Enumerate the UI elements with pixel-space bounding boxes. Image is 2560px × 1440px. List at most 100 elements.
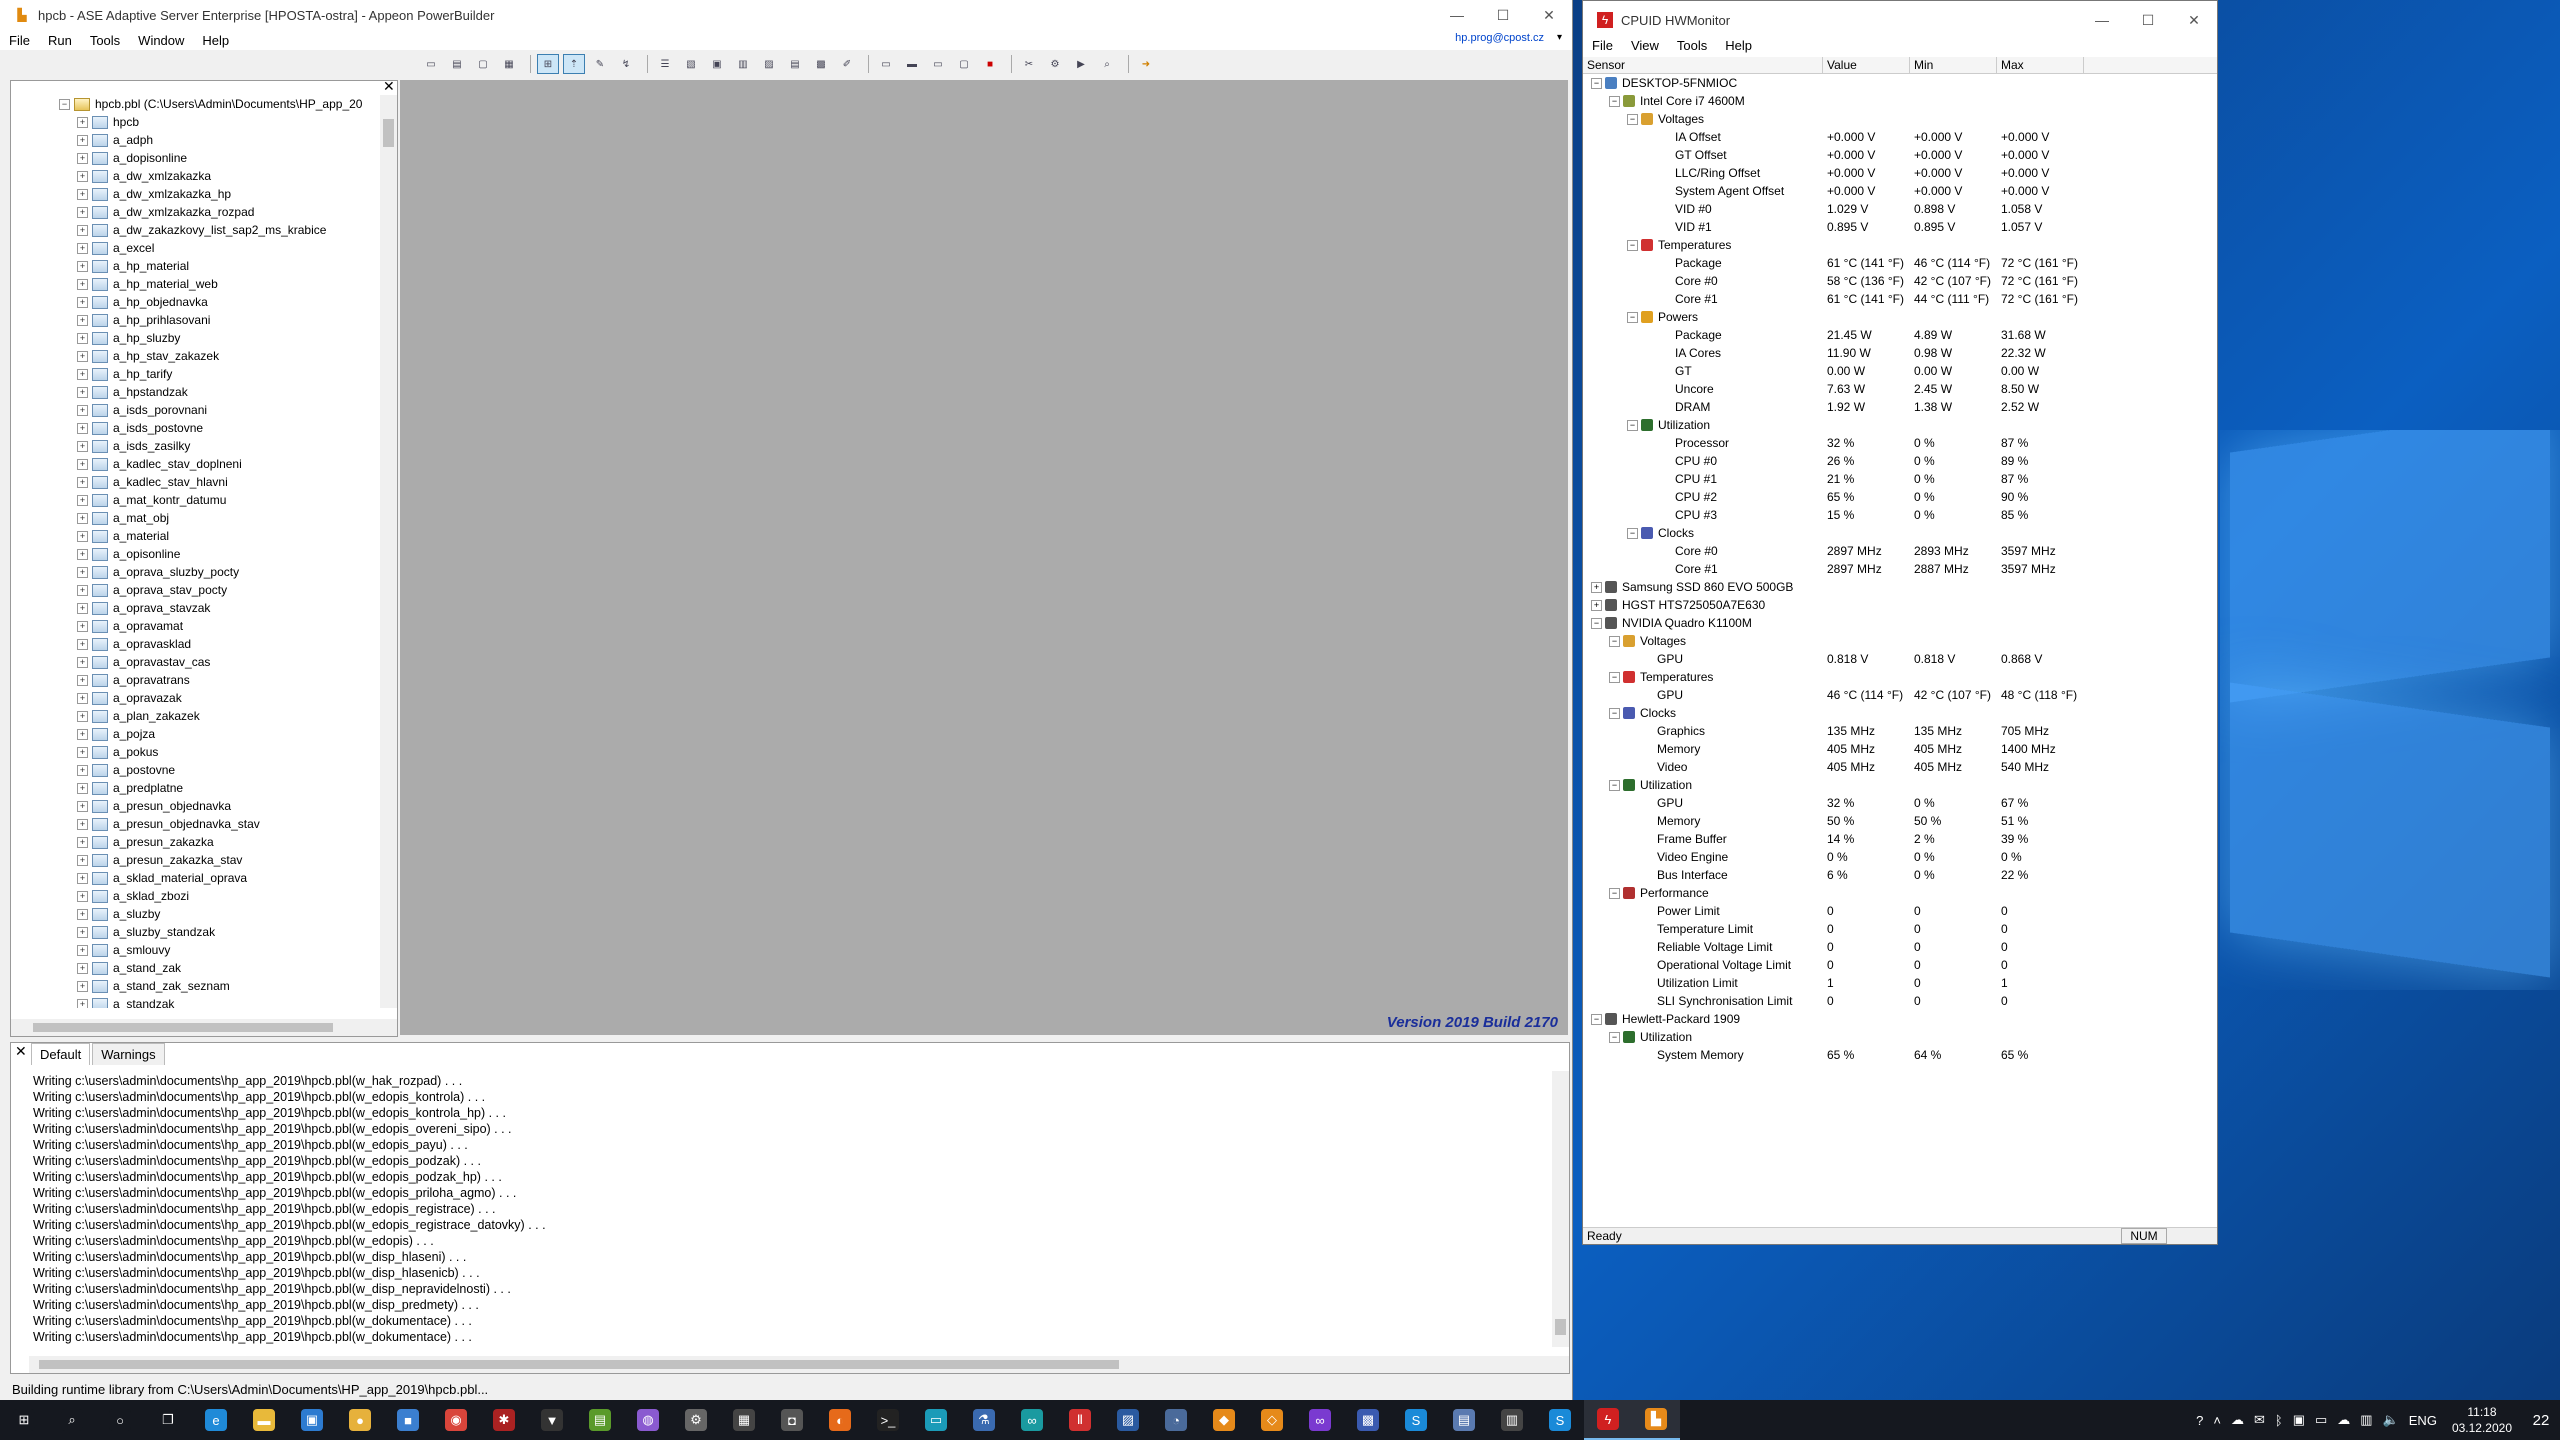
taskbar-button[interactable]: ◆ xyxy=(1200,1400,1248,1440)
expand-icon[interactable]: + xyxy=(77,782,88,794)
sensor-row[interactable]: GPU 32 % 0 % 67 % xyxy=(1583,794,2217,812)
tray-app-icon[interactable]: ✉ xyxy=(2254,1412,2265,1428)
taskbar-button[interactable]: ○ xyxy=(96,1400,144,1440)
toolbar-button[interactable]: ▦ xyxy=(498,54,520,74)
notification-center-button[interactable]: 22 xyxy=(2522,1400,2560,1440)
sensor-row[interactable]: GT Offset +0.000 V +0.000 V +0.000 V xyxy=(1583,146,2217,164)
sensor-row[interactable]: − Intel Core i7 4600M xyxy=(1583,92,2217,110)
tree-item[interactable]: + a_dw_zakazkovy_list_sap2_ms_krabice xyxy=(11,221,377,239)
expand-icon[interactable]: + xyxy=(77,656,88,668)
expand-icon[interactable]: + xyxy=(77,710,88,722)
sensor-row[interactable]: − Voltages xyxy=(1583,110,2217,128)
battery-icon[interactable]: ▭ xyxy=(2315,1412,2327,1428)
sensor-row[interactable]: Operational Voltage Limit 0 0 0 xyxy=(1583,956,2217,974)
toolbar-button[interactable]: ▩ xyxy=(810,54,832,74)
sensor-row[interactable]: IA Cores 11.90 W 0.98 W 22.32 W xyxy=(1583,344,2217,362)
collapse-icon[interactable]: − xyxy=(1609,1031,1620,1043)
menu-help[interactable]: Help xyxy=(193,33,238,48)
sensor-row[interactable]: + HGST HTS725050A7E630 xyxy=(1583,596,2217,614)
tray-app-icon[interactable]: ▣ xyxy=(2293,1412,2305,1428)
expand-icon[interactable]: + xyxy=(77,944,88,956)
menu-run[interactable]: Run xyxy=(39,33,81,48)
tree-item[interactable]: + a_postovne xyxy=(11,761,377,779)
collapse-icon[interactable]: − xyxy=(1609,635,1620,647)
sensor-row[interactable]: − Clocks xyxy=(1583,704,2217,722)
collapse-icon[interactable]: − xyxy=(1627,311,1638,323)
toolbar-button[interactable]: ▢ xyxy=(472,54,494,74)
tree-vertical-scrollbar[interactable] xyxy=(380,95,397,1008)
taskbar-button[interactable]: S xyxy=(1536,1400,1584,1440)
sensor-row[interactable]: LLC/Ring Offset +0.000 V +0.000 V +0.000 V xyxy=(1583,164,2217,182)
expand-icon[interactable]: + xyxy=(77,692,88,704)
expand-icon[interactable]: + xyxy=(77,422,88,434)
sensor-row[interactable]: Reliable Voltage Limit 0 0 0 xyxy=(1583,938,2217,956)
collapse-icon[interactable]: − xyxy=(59,98,70,110)
tree-item[interactable]: + a_oprava_stavzak xyxy=(11,599,377,617)
taskbar-button[interactable]: ⚙ xyxy=(672,1400,720,1440)
sensor-row[interactable]: DRAM 1.92 W 1.38 W 2.52 W xyxy=(1583,398,2217,416)
taskbar-button[interactable]: ▬ xyxy=(240,1400,288,1440)
chevron-down-icon[interactable]: ▾ xyxy=(1557,32,1562,43)
expand-icon[interactable]: + xyxy=(77,962,88,974)
tab-default[interactable]: Default xyxy=(31,1043,91,1065)
taskbar-button[interactable]: ▤ xyxy=(576,1400,624,1440)
sensor-row[interactable]: Core #0 2897 MHz 2893 MHz 3597 MHz xyxy=(1583,542,2217,560)
toolbar-button[interactable]: ▤ xyxy=(784,54,806,74)
expand-icon[interactable]: + xyxy=(77,332,88,344)
tree-item[interactable]: + a_sluzby_standzak xyxy=(11,923,377,941)
column-header-value[interactable]: Value xyxy=(1823,57,1910,73)
expand-icon[interactable]: + xyxy=(77,314,88,326)
tree-item[interactable]: + a_smlouvy xyxy=(11,941,377,959)
taskbar-button[interactable]: >_ xyxy=(864,1400,912,1440)
sensor-row[interactable]: System Memory 65 % 64 % 65 % xyxy=(1583,1046,2217,1064)
chevron-up-icon[interactable]: ˄ xyxy=(2213,1413,2221,1428)
sensor-row[interactable]: Video 405 MHz 405 MHz 540 MHz xyxy=(1583,758,2217,776)
tree-horizontal-scrollbar[interactable] xyxy=(11,1019,397,1036)
sensor-row[interactable]: − Powers xyxy=(1583,308,2217,326)
menu-window[interactable]: Window xyxy=(129,33,193,48)
expand-icon[interactable]: + xyxy=(77,674,88,686)
taskbar-button[interactable]: ϟ xyxy=(1584,1400,1632,1440)
tree-item[interactable]: + a_pokus xyxy=(11,743,377,761)
sensor-row[interactable]: Package 21.45 W 4.89 W 31.68 W xyxy=(1583,326,2217,344)
taskbar-button[interactable]: ◉ xyxy=(432,1400,480,1440)
expand-icon[interactable]: + xyxy=(77,602,88,614)
expand-icon[interactable]: + xyxy=(77,908,88,920)
tree-item[interactable]: + a_excel xyxy=(11,239,377,257)
toolbar-button[interactable]: ▥ xyxy=(732,54,754,74)
tree-item[interactable]: + a_hp_prihlasovani xyxy=(11,311,377,329)
expand-icon[interactable]: + xyxy=(77,440,88,452)
taskbar-button[interactable]: ▼ xyxy=(528,1400,576,1440)
taskbar-button[interactable]: ⌕ xyxy=(48,1400,96,1440)
toolbar-button[interactable]: ▶ xyxy=(1070,54,1092,74)
onedrive-icon[interactable]: ☁ xyxy=(2337,1412,2350,1428)
expand-icon[interactable]: + xyxy=(77,512,88,524)
volume-icon[interactable]: 🔈 xyxy=(2383,1412,2399,1428)
tab-warnings[interactable]: Warnings xyxy=(92,1043,165,1065)
toolbar-button[interactable]: ⇡ xyxy=(563,54,585,74)
taskbar-button[interactable]: ❐ xyxy=(144,1400,192,1440)
tree-item[interactable]: + a_isds_porovnani xyxy=(11,401,377,419)
sensor-row[interactable]: System Agent Offset +0.000 V +0.000 V +0.00… xyxy=(1583,182,2217,200)
sensor-row[interactable]: − Temperatures xyxy=(1583,668,2217,686)
sensor-row[interactable]: CPU #1 21 % 0 % 87 % xyxy=(1583,470,2217,488)
expand-icon[interactable]: + xyxy=(77,566,88,578)
toolbar-button[interactable]: ↯ xyxy=(615,54,637,74)
sensor-row[interactable]: Uncore 7.63 W 2.45 W 8.50 W xyxy=(1583,380,2217,398)
user-account-link[interactable]: hp.prog@cpost.cz xyxy=(1455,32,1544,44)
tree-item[interactable]: + a_dopisonline xyxy=(11,149,377,167)
toolbar-button[interactable]: ▢ xyxy=(953,54,975,74)
taskbar-button[interactable]: ◘ xyxy=(768,1400,816,1440)
expand-icon[interactable]: + xyxy=(77,800,88,812)
tree-item[interactable]: + a_isds_zasilky xyxy=(11,437,377,455)
tray-app-icon[interactable]: ☁ xyxy=(2231,1412,2244,1428)
toolbar-button[interactable]: ⌕ xyxy=(1096,54,1118,74)
tree-item[interactable]: + a_dw_xmlzakazka_rozpad xyxy=(11,203,377,221)
expand-icon[interactable]: + xyxy=(77,116,88,128)
expand-icon[interactable]: + xyxy=(77,386,88,398)
clock[interactable]: 11:18 03.12.2020 xyxy=(2452,1404,2512,1436)
tree-item[interactable]: + a_kadlec_stav_doplneni xyxy=(11,455,377,473)
taskbar-button[interactable]: ▙ xyxy=(1632,1400,1680,1440)
expand-icon[interactable]: + xyxy=(77,368,88,380)
toolbar-button[interactable]: ▭ xyxy=(420,54,442,74)
